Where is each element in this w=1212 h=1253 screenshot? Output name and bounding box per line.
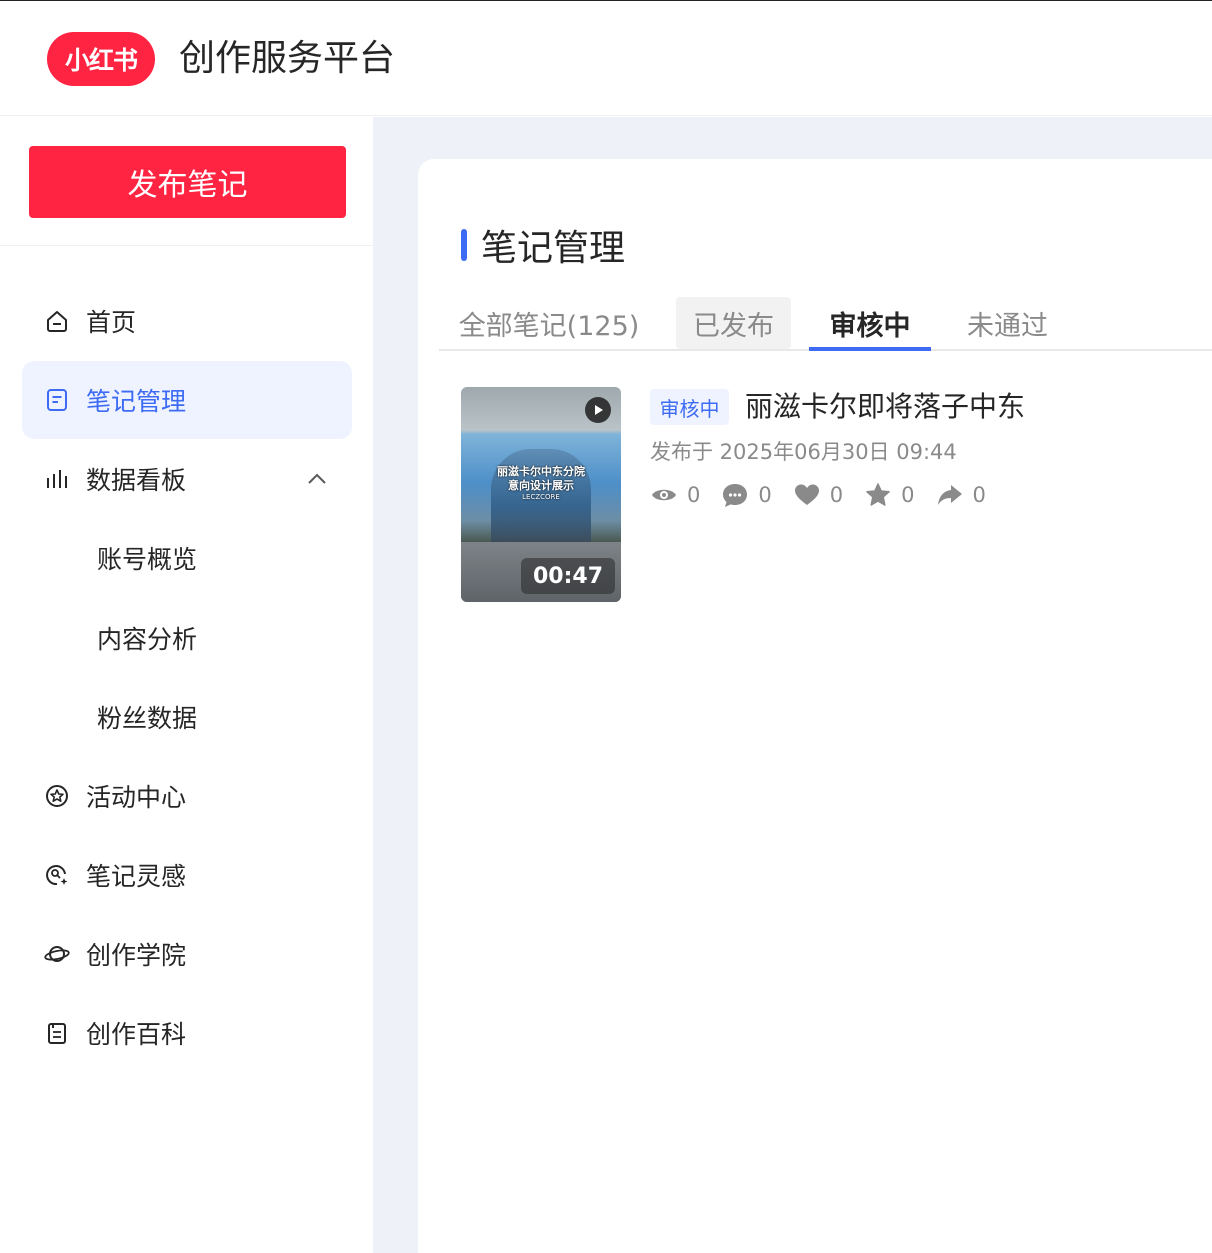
star-badge-icon: [44, 783, 70, 809]
sidebar: 发布笔记 首页 笔记管理 数据看板 账号概览 内容分析 粉丝数据 活动中心 笔记…: [0, 117, 373, 1253]
sidebar-item-note-management[interactable]: 笔记管理: [22, 361, 352, 439]
page-title-text: 笔记管理: [481, 228, 626, 269]
comment-icon: [722, 482, 748, 508]
note-thumbnail[interactable]: 丽滋卡尔中东分院 意向设计展示 LECZCORE 00:47: [461, 387, 621, 602]
stat-favorites-count: 0: [901, 483, 915, 507]
star-icon: [865, 482, 891, 508]
sidebar-subitem-label: 账号概览: [97, 545, 198, 574]
page-title: 笔记管理: [461, 222, 626, 269]
stat-shares: 0: [937, 482, 986, 508]
share-icon: [937, 482, 963, 508]
note-publish-time: 发布于 2025年06月30日 09:44: [650, 440, 957, 464]
sidebar-item-label: 创作百科: [86, 1020, 187, 1049]
sidebar-item-creator-academy[interactable]: 创作学院: [22, 915, 352, 993]
sidebar-item-label: 创作学院: [86, 941, 187, 970]
sidebar-item-note-inspiration[interactable]: 笔记灵感: [22, 836, 352, 914]
planet-icon: [44, 941, 70, 967]
note-stats: 0 0 0 0 0: [651, 480, 1008, 510]
tab-published[interactable]: 已发布: [676, 297, 791, 349]
active-tab-indicator: [809, 347, 931, 351]
thumbnail-subcaption: LECZCORE: [522, 493, 560, 501]
play-icon[interactable]: [585, 397, 611, 423]
sidebar-item-label: 首页: [86, 308, 137, 337]
stat-comments-count: 0: [758, 483, 772, 507]
stat-likes-count: 0: [829, 483, 844, 507]
sidebar-item-home[interactable]: 首页: [22, 282, 352, 360]
title-accent-bar: [461, 229, 467, 261]
stat-shares-count: 0: [972, 483, 986, 507]
app-title: 创作服务平台: [179, 38, 396, 79]
inspiration-icon: [44, 862, 70, 888]
chevron-up-icon[interactable]: [306, 467, 328, 489]
heart-icon: [794, 482, 820, 508]
eye-icon: [651, 482, 677, 508]
sidebar-subitem-label: 内容分析: [97, 625, 198, 654]
sidebar-item-creator-wiki[interactable]: 创作百科: [22, 994, 352, 1072]
tab-under-review[interactable]: 审核中: [809, 297, 931, 349]
stat-favorites: 0: [865, 482, 915, 508]
stat-views: 0: [651, 482, 700, 508]
sidebar-subitem-fan-data[interactable]: 粉丝数据: [22, 678, 352, 756]
status-badge: 审核中: [650, 389, 729, 425]
tab-rejected[interactable]: 未通过: [950, 297, 1065, 349]
sidebar-divider: [0, 245, 373, 246]
sidebar-item-data-dashboard[interactable]: 数据看板: [22, 440, 352, 518]
sidebar-item-activity-center[interactable]: 活动中心: [22, 757, 352, 835]
stat-likes: 0: [794, 482, 843, 508]
sidebar-item-label: 笔记灵感: [86, 862, 187, 891]
sidebar-subitem-content-analysis[interactable]: 内容分析: [22, 599, 352, 677]
doc-icon: [44, 1020, 70, 1046]
sidebar-item-label: 笔记管理: [86, 387, 187, 416]
top-header: 小红书 创作服务平台: [0, 1, 1212, 116]
home-icon: [44, 308, 70, 334]
stat-views-count: 0: [687, 483, 701, 507]
xiaohongshu-logo[interactable]: 小红书: [47, 32, 155, 86]
publish-note-button[interactable]: 发布笔记: [29, 146, 346, 218]
stat-comments: 0: [722, 482, 772, 508]
sidebar-item-label: 活动中心: [86, 783, 187, 812]
sidebar-subitem-label: 粉丝数据: [97, 704, 198, 733]
sidebar-item-label: 数据看板: [86, 466, 187, 495]
note-icon: [44, 387, 70, 413]
video-duration: 00:47: [520, 558, 615, 594]
chart-icon: [44, 466, 70, 492]
sidebar-subitem-account-overview[interactable]: 账号概览: [22, 519, 352, 597]
thumbnail-caption: 丽滋卡尔中东分院 意向设计展示: [497, 465, 585, 492]
tab-all-notes[interactable]: 全部笔记(125): [449, 297, 649, 349]
note-title[interactable]: 丽滋卡尔即将落子中东: [745, 386, 1025, 428]
